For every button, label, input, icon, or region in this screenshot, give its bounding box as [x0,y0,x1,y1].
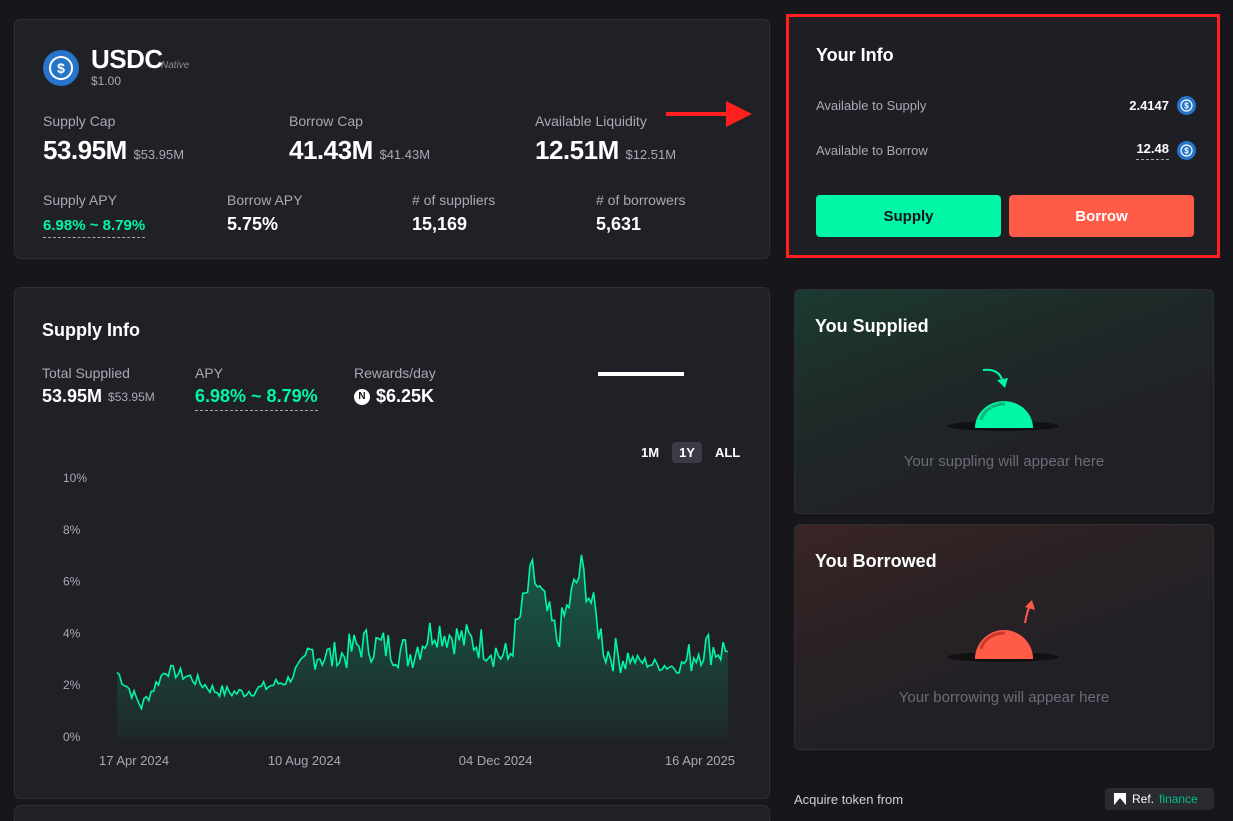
y-tick-label: 6% [63,575,81,589]
borrow-button[interactable]: Borrow [1009,195,1194,237]
available-to-borrow-value[interactable]: 12.48 [1136,141,1169,160]
borrow-cap-value: 41.43M [289,135,373,165]
x-tick-label: 17 Apr 2024 [99,753,169,768]
ref-finance-link[interactable]: Ref. finance [1105,788,1214,810]
total-supplied-value: 53.95M [42,386,103,406]
usdc-icon: $ [1177,96,1196,115]
liquidity-label: Available Liquidity [535,113,647,129]
x-tick-label: 16 Apr 2025 [665,753,735,768]
supply-apy-label: Supply APY [43,192,117,208]
liquidity-stat: Available Liquidity 12.51M $12.51M [535,113,676,166]
available-to-borrow-label: Available to Borrow [816,143,928,158]
borrow-apy-value: 5.75% [227,214,279,234]
supply-info-title: Supply Info [42,320,140,340]
y-tick-label: 0% [63,730,81,744]
available-to-supply-value: 2.4147 [1129,98,1169,113]
supply-cap-usd: $53.95M [133,147,185,162]
supply-button[interactable]: Supply [816,195,1001,237]
total-supplied-label: Total Supplied [42,365,130,381]
market-overview-card: $ USDC Native $1.00 Supply Cap 53.95M $5… [14,19,770,259]
available-to-supply-label: Available to Supply [816,98,927,113]
borrow-empty-icon [947,600,1059,662]
supply-cap-value: 53.95M [43,135,127,165]
range-tabs: 1M 1Y ALL [634,442,747,463]
supply-apy-stat: Supply APY 6.98% ~ 8.79% [43,192,146,238]
you-supplied-empty: Your suppling will appear here [903,453,1105,470]
ref-label: Ref. [1132,792,1155,806]
supply-cap-stat: Supply Cap 53.95M $53.95M [43,113,184,166]
rewards-stat: Rewards/day N $6.25K [354,365,436,407]
borrow-cap-label: Borrow Cap [289,113,363,129]
rewards-label: Rewards/day [354,365,436,381]
borrow-cap-stat: Borrow Cap 41.43M $41.43M [289,113,430,166]
range-tab-all[interactable]: ALL [708,442,747,463]
you-borrowed-card: You Borrowed Your borrowing will appear … [794,524,1214,750]
supply-empty-icon [947,368,1059,431]
x-tick-label: 04 Dec 2024 [459,753,533,768]
borrowers-value: 5,631 [596,214,642,234]
liquidity-usd: $12.51M [625,147,677,162]
ref-finance-icon [1114,793,1126,805]
svg-text:$: $ [1184,102,1189,111]
suppliers-stat: # of suppliers 15,169 [412,192,495,235]
total-supplied-usd: $53.95M [108,389,155,404]
token-tag: Native [161,60,190,71]
svg-text:$: $ [57,60,65,76]
y-tick-label: 10% [63,471,87,485]
supply-cap-label: Supply Cap [43,113,116,129]
borrowers-stat: # of borrowers 5,631 [596,192,685,235]
range-tab-1y[interactable]: 1Y [672,442,702,463]
y-tick-label: 8% [63,523,81,537]
borrow-apy-stat: Borrow APY 5.75% [227,192,302,235]
supply-info-card: Supply Info Total Supplied 53.95M $53.95M… [14,287,770,799]
borrow-apy-label: Borrow APY [227,192,303,208]
you-supplied-card: You Supplied Your suppling will appear h… [794,289,1214,514]
next-card [14,805,770,821]
x-tick-label: 10 Aug 2024 [268,753,341,768]
liquidity-value: 12.51M [535,135,619,165]
you-supplied-title: You Supplied [815,316,929,336]
usdc-icon: $ [1177,141,1196,160]
acquire-label: Acquire token from [794,792,904,807]
suppliers-label: # of suppliers [412,192,496,208]
svg-text:$: $ [1184,147,1189,156]
supply-apy-chart: 0% 2% 4% 6% 8% 10% 17 Apr 2024 10 Aug 2024 04 D… [63,471,735,768]
apy-label: APY [195,365,224,381]
your-info-title: Your Info [816,45,894,65]
token-name: USDC [91,44,163,74]
supply-apy-value[interactable]: 6.98% ~ 8.79% [43,217,146,238]
you-borrowed-empty: Your borrowing will appear here [898,689,1110,706]
usdc-token-icon: $ [43,50,79,86]
y-tick-label: 2% [63,678,81,692]
total-supplied-stat: Total Supplied 53.95M $53.95M [42,365,155,407]
apy-stat: APY 6.98% ~ 8.79% [195,365,318,411]
your-info-panel: Your Info Available to Supply 2.4147 $ A… [786,14,1220,258]
arrow-right-icon [666,101,752,127]
borrow-cap-usd: $41.43M [379,147,431,162]
suppliers-value: 15,169 [412,214,468,234]
rewards-value: $6.25K [376,386,435,406]
y-tick-label: 4% [63,626,81,640]
available-to-borrow-row: Available to Borrow 12.48 $ [816,141,1196,160]
you-borrowed-title: You Borrowed [815,551,937,571]
token-price: $1.00 [91,74,122,88]
range-tab-1m[interactable]: 1M [634,442,666,463]
apy-value[interactable]: 6.98% ~ 8.79% [195,386,318,411]
available-to-supply-row: Available to Supply 2.4147 $ [816,96,1196,115]
ref-suffix: finance [1159,792,1198,806]
near-icon: N [354,388,370,405]
borrowers-label: # of borrowers [596,192,686,208]
tab-indicator [598,372,684,376]
